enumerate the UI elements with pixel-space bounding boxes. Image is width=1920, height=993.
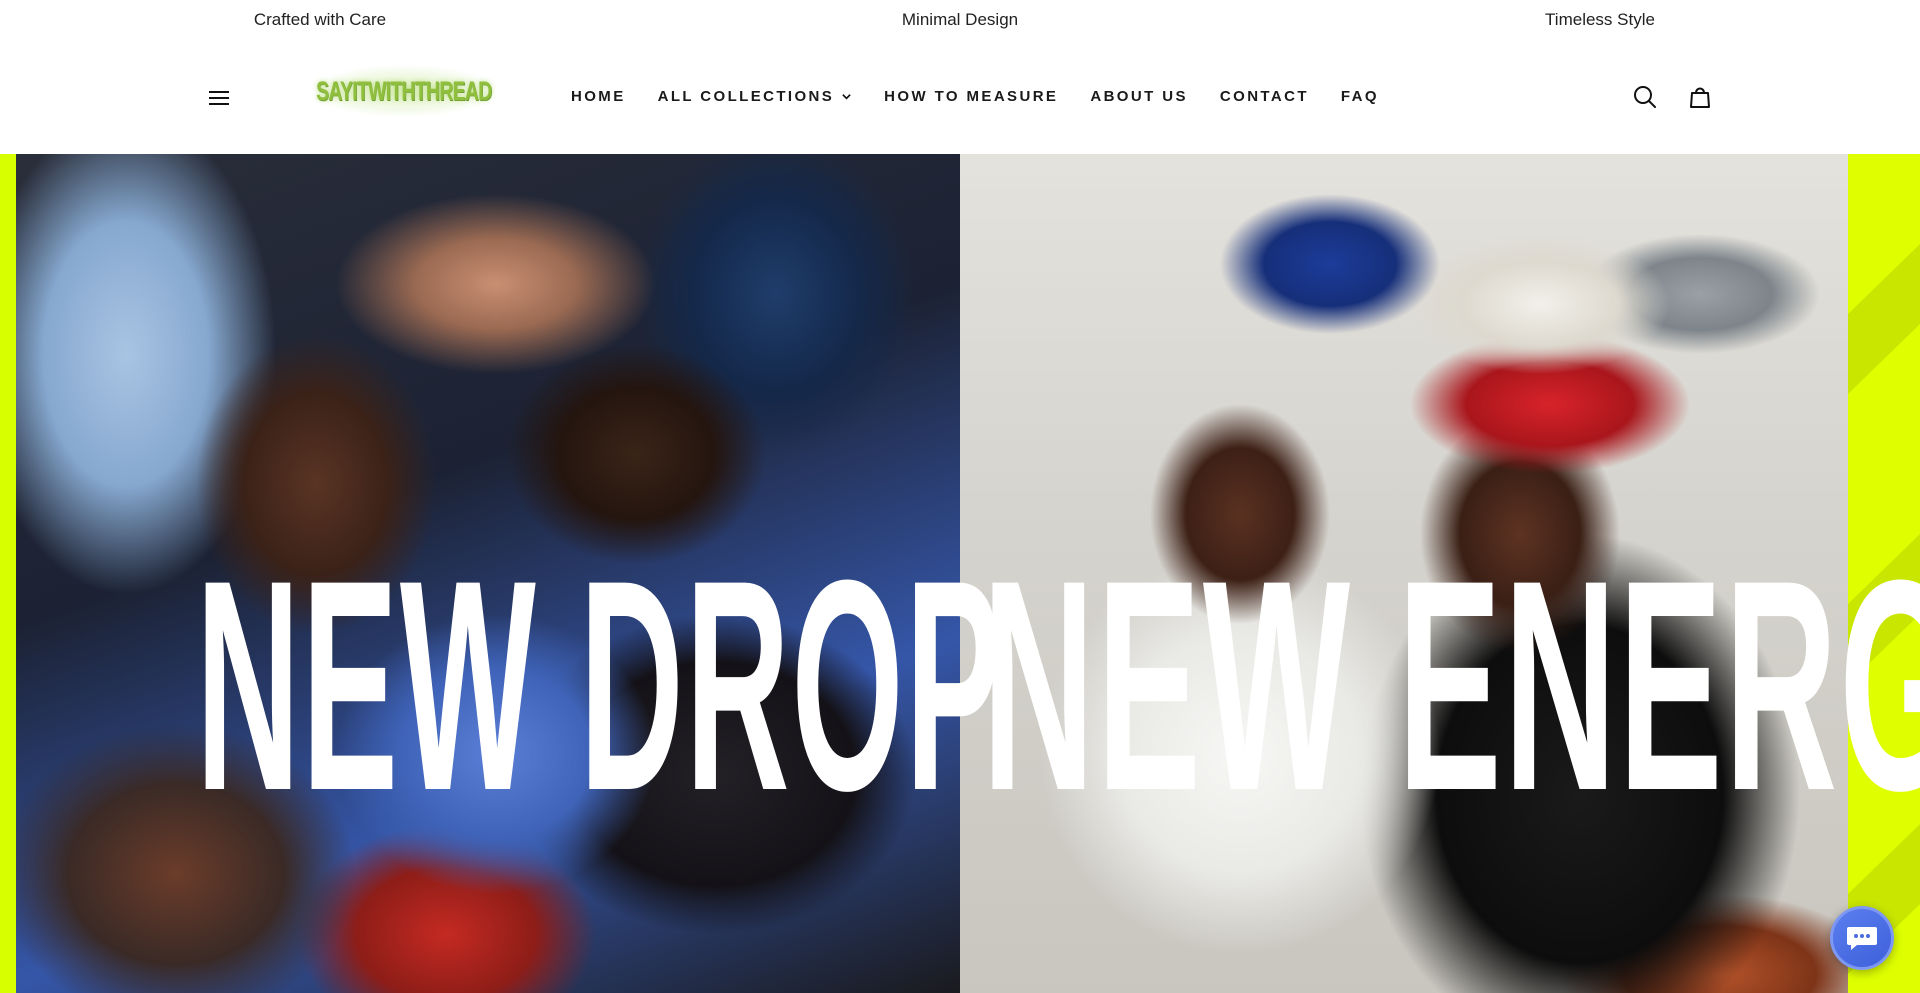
- chevron-down-icon: [842, 94, 851, 100]
- announcement-item: Minimal Design: [901, 10, 1019, 29]
- main-nav: HOME ALL COLLECTIONS HOW TO MEASURE ABOU…: [571, 88, 1411, 105]
- announcement-bar: Crafted with Care Minimal Design Timeles…: [0, 0, 1920, 42]
- hero-headline-left: NEW DROP: [196, 517, 1004, 853]
- nav-item-about-us[interactable]: ABOUT US: [1090, 88, 1188, 105]
- nav-item-home[interactable]: HOME: [571, 88, 626, 105]
- search-icon[interactable]: [1631, 83, 1659, 111]
- shopping-bag-icon[interactable]: [1686, 83, 1714, 111]
- nav-item-label: CONTACT: [1219, 88, 1309, 105]
- site-logo[interactable]: SAYITWITHTHREAD: [316, 66, 492, 116]
- hero-headline-right: NEW ENERGY: [982, 517, 1920, 853]
- nav-item-faq[interactable]: FAQ: [1341, 88, 1379, 105]
- nav-item-how-to-measure[interactable]: HOW TO MEASURE: [884, 88, 1058, 105]
- announcement-item: Timeless Style: [1545, 10, 1655, 29]
- nav-item-contact[interactable]: CONTACT: [1220, 88, 1309, 105]
- nav-item-label: HOW TO MEASURE: [884, 88, 1059, 105]
- announcement-item: Crafted with Care: [253, 10, 387, 29]
- nav-item-all-collections[interactable]: ALL COLLECTIONS: [658, 88, 853, 105]
- logo-text: SAYITWITHTHREAD: [316, 75, 492, 106]
- nav-item-label: HOME: [571, 88, 626, 105]
- nav-item-label: ABOUT US: [1090, 88, 1188, 105]
- hamburger-menu-icon[interactable]: [206, 86, 232, 110]
- nav-item-label: ALL COLLECTIONS: [657, 88, 835, 105]
- site-header: SAYITWITHTHREAD HOME ALL COLLECTIONS HOW…: [0, 42, 1920, 154]
- chat-bubble-icon[interactable]: [1830, 906, 1894, 970]
- nav-item-label: FAQ: [1340, 88, 1379, 105]
- hero-banner[interactable]: NEW DROP NEW ENERGY: [0, 154, 1920, 993]
